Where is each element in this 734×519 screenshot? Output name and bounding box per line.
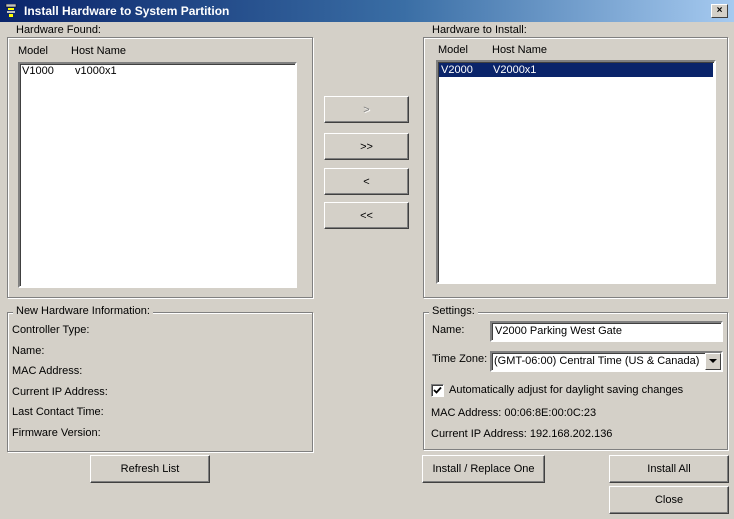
- list-item-model: V1000: [22, 65, 54, 77]
- settings-current-ip: Current IP Address: 192.168.202.136: [431, 428, 613, 440]
- install-col-host[interactable]: Host Name: [492, 44, 547, 56]
- time-zone-label: Time Zone:: [432, 353, 488, 365]
- list-item-host: v1000x1: [75, 65, 117, 77]
- chevron-down-icon[interactable]: [705, 353, 721, 370]
- controller-type-label: Controller Type:: [12, 324, 90, 336]
- current-ip-label: Current IP Address:: [12, 386, 108, 398]
- settings-legend: Settings:: [429, 305, 478, 317]
- remove-one-button[interactable]: <: [324, 168, 409, 195]
- dst-label[interactable]: Automatically adjust for daylight saving…: [449, 384, 683, 396]
- found-col-model[interactable]: Model: [18, 45, 48, 57]
- time-zone-value: (GMT-06:00) Central Time (US & Canada): [494, 355, 700, 367]
- mac-address-label: MAC Address:: [12, 365, 83, 377]
- dst-checkbox[interactable]: [431, 384, 444, 397]
- new-hardware-info-legend: New Hardware Information:: [13, 305, 153, 317]
- name-label: Name:: [12, 345, 45, 357]
- install-all-button[interactable]: Install All: [609, 455, 729, 483]
- list-item-selected[interactable]: V2000 V2000x1: [439, 63, 713, 77]
- settings-mac-address: MAC Address: 00:06:8E:00:0C:23: [431, 407, 597, 419]
- settings-name-label: Name:: [432, 324, 465, 336]
- title-bar[interactable]: Install Hardware to System Partition ×: [0, 0, 734, 22]
- list-item-model: V2000: [441, 64, 473, 76]
- remove-all-button[interactable]: <<: [324, 202, 409, 229]
- name-field[interactable]: V2000 Parking West Gate: [490, 321, 723, 342]
- time-zone-select[interactable]: (GMT-06:00) Central Time (US & Canada): [490, 351, 723, 372]
- install-col-model[interactable]: Model: [438, 44, 468, 56]
- close-icon[interactable]: ×: [711, 4, 728, 18]
- found-col-host[interactable]: Host Name: [71, 45, 126, 57]
- list-item-host: V2000x1: [493, 64, 537, 76]
- list-item[interactable]: V1000 v1000x1: [21, 65, 294, 78]
- hardware-to-install-legend: Hardware to Install:: [429, 24, 530, 36]
- close-button[interactable]: Close: [609, 486, 729, 514]
- add-one-button[interactable]: >: [324, 96, 409, 123]
- hardware-found-list[interactable]: V1000 v1000x1: [18, 62, 297, 288]
- check-icon: [433, 386, 442, 394]
- refresh-list-button[interactable]: Refresh List: [90, 455, 210, 483]
- hardware-icon: [4, 3, 18, 19]
- firmware-version-label: Firmware Version:: [12, 427, 101, 439]
- hardware-to-install-list[interactable]: V2000 V2000x1: [436, 60, 716, 284]
- window-title: Install Hardware to System Partition: [24, 4, 230, 18]
- install-replace-one-button[interactable]: Install / Replace One: [422, 455, 545, 483]
- hardware-found-legend: Hardware Found:: [13, 24, 104, 36]
- last-contact-label: Last Contact Time:: [12, 406, 104, 418]
- add-all-button[interactable]: >>: [324, 133, 409, 160]
